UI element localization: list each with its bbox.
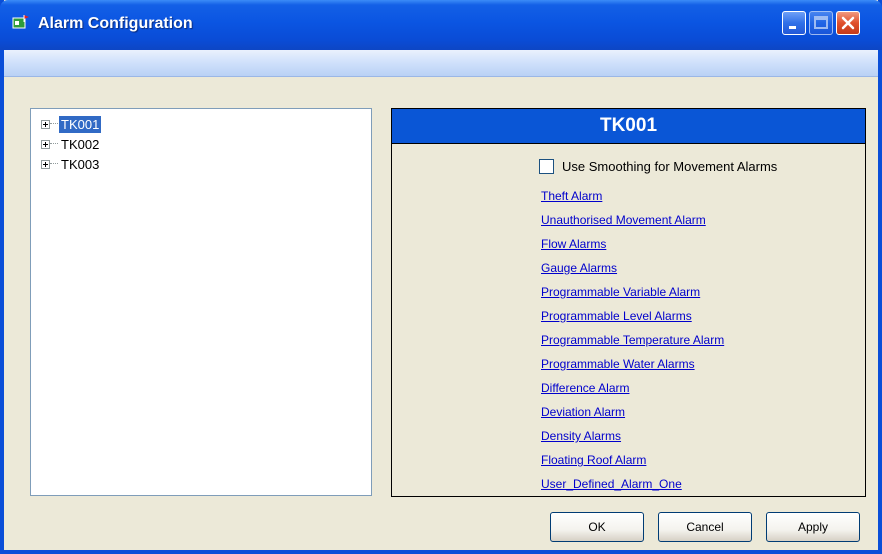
title-bar[interactable]: Alarm Configuration bbox=[0, 0, 882, 50]
close-button[interactable] bbox=[836, 11, 860, 35]
link-theft-alarm[interactable]: Theft Alarm bbox=[541, 189, 602, 203]
link-difference-alarm[interactable]: Difference Alarm bbox=[541, 381, 629, 395]
smoothing-label[interactable]: Use Smoothing for Movement Alarms bbox=[562, 159, 777, 174]
alarm-detail-panel: TK001 Use Smoothing for Movement Alarms … bbox=[391, 108, 866, 497]
maximize-button[interactable] bbox=[809, 11, 833, 35]
expand-icon[interactable] bbox=[41, 119, 50, 129]
tree-item-tk001[interactable]: TK001 bbox=[41, 115, 102, 133]
smoothing-option[interactable]: Use Smoothing for Movement Alarms bbox=[539, 159, 777, 174]
link-flow-alarms[interactable]: Flow Alarms bbox=[541, 237, 606, 251]
alarm-configuration-window: Alarm Configuration TK001 TK002 TK003 TK… bbox=[0, 0, 882, 554]
ok-button[interactable]: OK bbox=[550, 512, 644, 542]
apply-button[interactable]: Apply bbox=[766, 512, 860, 542]
link-programmable-variable-alarm[interactable]: Programmable Variable Alarm bbox=[541, 285, 700, 299]
minimize-icon bbox=[789, 26, 796, 29]
close-icon bbox=[841, 16, 855, 30]
tree-item-label[interactable]: TK001 bbox=[59, 115, 102, 133]
window-title: Alarm Configuration bbox=[38, 15, 193, 32]
maximize-icon bbox=[814, 16, 828, 29]
link-density-alarms[interactable]: Density Alarms bbox=[541, 429, 621, 443]
link-deviation-alarm[interactable]: Deviation Alarm bbox=[541, 405, 625, 419]
detail-header: TK001 bbox=[392, 109, 865, 144]
link-programmable-level-alarms[interactable]: Programmable Level Alarms bbox=[541, 309, 692, 323]
tree-item-label[interactable]: TK003 bbox=[59, 156, 101, 173]
cancel-button[interactable]: Cancel bbox=[658, 512, 752, 542]
app-icon bbox=[12, 15, 29, 29]
tree-item-label[interactable]: TK002 bbox=[59, 136, 101, 153]
tree-connector bbox=[50, 143, 58, 145]
link-floating-roof-alarm[interactable]: Floating Roof Alarm bbox=[541, 453, 646, 467]
expand-icon[interactable] bbox=[41, 139, 50, 149]
link-programmable-temperature-alarm[interactable]: Programmable Temperature Alarm bbox=[541, 333, 724, 347]
link-user-defined-alarm-one[interactable]: User_Defined_Alarm_One bbox=[541, 477, 682, 491]
link-programmable-water-alarms[interactable]: Programmable Water Alarms bbox=[541, 357, 695, 371]
expand-icon[interactable] bbox=[41, 159, 50, 169]
minimize-button[interactable] bbox=[782, 11, 806, 35]
link-gauge-alarms[interactable]: Gauge Alarms bbox=[541, 261, 617, 275]
menu-strip bbox=[4, 50, 878, 77]
smoothing-checkbox[interactable] bbox=[539, 159, 554, 174]
tree-item-tk002[interactable]: TK002 bbox=[41, 135, 101, 153]
tank-tree[interactable]: TK001 TK002 TK003 bbox=[30, 108, 372, 496]
tree-connector bbox=[50, 123, 58, 125]
tree-connector bbox=[50, 163, 58, 165]
link-unauthorised-movement-alarm[interactable]: Unauthorised Movement Alarm bbox=[541, 213, 706, 227]
tree-item-tk003[interactable]: TK003 bbox=[41, 155, 101, 173]
